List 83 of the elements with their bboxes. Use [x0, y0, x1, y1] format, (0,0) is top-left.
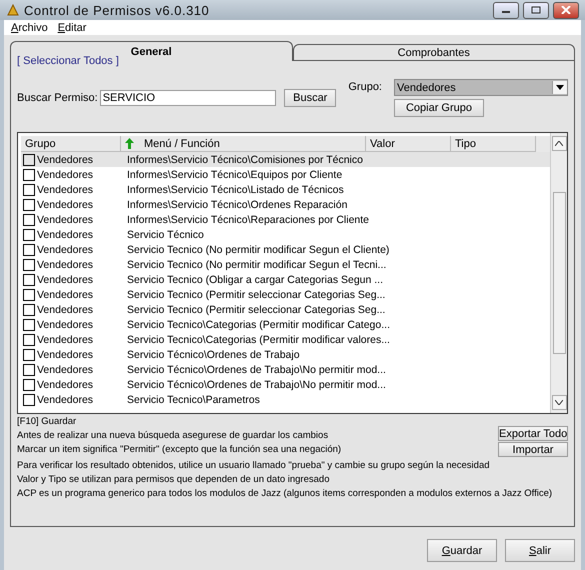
table-cell-text: Servicio Tecnico (Permitir seleccionar Categorias Seg...	[126, 304, 386, 316]
checkbox[interactable]	[23, 318, 35, 330]
minimize-button[interactable]	[493, 2, 519, 18]
table-cell-text: Servicio Técnico\Ordenes de Trabajo\No permitir mod...	[126, 378, 386, 390]
sort-arrow-icon	[125, 138, 134, 149]
table-cell: Vendedores	[37, 154, 94, 166]
search-field[interactable]: SERVICIO	[100, 90, 276, 106]
copy-group-button[interactable]: Copiar Grupo	[394, 99, 484, 117]
table-cell-text: Servicio Técnico\Ordenes de Trabajo	[126, 348, 300, 360]
table-cell: Vendedores	[37, 318, 94, 330]
table-cell: Vendedores	[37, 288, 94, 300]
table-cell: Vendedores	[37, 334, 94, 346]
help-note: Para verificar los resultado obtenidos, utilice un usuario llamado "prueba" y cambie su grupo según la necesidad	[17, 460, 490, 471]
table-cell-text: Servicio Técnico	[126, 228, 204, 240]
table-cell-text: Servicio Tecnico\Parametros	[126, 394, 260, 406]
group-label: Grupo:	[348, 81, 382, 93]
maximize-icon	[531, 6, 541, 14]
checkbox[interactable]	[23, 378, 35, 390]
table-cell: Vendedores	[37, 184, 94, 196]
help-note: ACP es un programa generico para todos los modulos de Jazz (algunos items corresponden a modulos externos a Jazz Office)	[17, 488, 552, 499]
table-cell: Vendedores	[37, 274, 94, 286]
group-dropdown[interactable]: Vendedores	[394, 79, 568, 96]
close-icon	[561, 6, 571, 14]
table-cell-text: Servicio Tecnico\Categorias (Permitir modificar valores...	[126, 334, 390, 346]
checkbox[interactable]	[23, 334, 35, 346]
checkbox[interactable]	[23, 394, 35, 406]
checkbox[interactable]	[23, 364, 35, 376]
maximize-button[interactable]	[523, 2, 549, 18]
table-cell-text: Servicio Tecnico (Obligar a cargar Categorias Segun ...	[126, 274, 384, 286]
footer-button[interactable]: Guardar	[427, 539, 497, 562]
table-cell: Vendedores	[37, 348, 94, 360]
table-cell: Vendedores	[37, 394, 94, 406]
table-cell: Vendedores	[37, 364, 94, 376]
table-cell-text: Informes\Servicio Técnico\Equipos por Cliente	[126, 168, 342, 180]
table-cell: Vendedores	[37, 168, 94, 180]
table-cell-text: Servicio Tecnico\Categorias (Permitir modificar Catego...	[126, 318, 390, 330]
help-note: Marcar un item significa "Permitir" (excepto que la función sea una negación)	[17, 444, 342, 455]
checkbox[interactable]	[23, 348, 35, 360]
scroll-up-icon	[555, 141, 563, 146]
checkbox[interactable]	[23, 214, 35, 226]
window-title: Control de Permisos v6.0.310	[24, 2, 210, 18]
table-cell: Vendedores	[37, 258, 94, 270]
checkbox[interactable]	[23, 198, 35, 210]
search-button[interactable]: Buscar	[284, 89, 336, 107]
checkbox[interactable]	[23, 244, 35, 256]
shortcut-note: [F10] Guardar	[17, 416, 76, 427]
side-button[interactable]: Exportar Todo	[498, 426, 568, 441]
table-cell-text: Servicio Tecnico (No permitir modificar Segun el Tecni...	[126, 258, 386, 270]
table-cell: Vendedores	[37, 244, 94, 256]
help-note: Antes de realizar una nueva búsqueda asegurese de guardar los cambios	[17, 430, 328, 441]
table-cell-text: Informes\Servicio Técnico\Ordenes Reparación	[126, 198, 348, 210]
tab[interactable]: Comprobantes	[292, 44, 575, 61]
side-button[interactable]: Importar	[498, 442, 568, 457]
checkbox[interactable]	[23, 154, 35, 166]
table-cell: Vendedores	[37, 228, 94, 240]
app-logo-icon	[6, 3, 20, 17]
dropdown-arrow-icon	[556, 85, 564, 90]
table-cell: Vendedores	[37, 304, 94, 316]
table-cell-text: Servicio Técnico\Ordenes de Trabajo\No permitir mod...	[126, 364, 386, 376]
table-cell: Vendedores	[37, 198, 94, 210]
checkbox[interactable]	[23, 274, 35, 286]
menu-item[interactable]: Editar	[58, 22, 86, 34]
checkbox[interactable]	[23, 184, 35, 196]
menu-item[interactable]: Archivo	[11, 22, 48, 34]
table-cell-text: Servicio Tecnico (Permitir seleccionar Categorias Seg...	[126, 288, 386, 300]
table-cell: Vendedores	[37, 378, 94, 390]
checkbox[interactable]	[23, 258, 35, 270]
table-cell: Vendedores	[37, 214, 94, 226]
checkbox[interactable]	[23, 228, 35, 240]
help-note: Valor y Tipo se utilizan para permisos que dependen de un dato ingresado	[17, 474, 330, 485]
table-cell-text: Informes\Servicio Técnico\Comisiones por Técnico	[126, 154, 363, 166]
table-cell-text: Informes\Servicio Técnico\Listado de Técnicos	[126, 184, 344, 196]
checkbox[interactable]	[23, 168, 35, 180]
table-row[interactable]: Vendedores Informes\Servicio Técnico\Comisiones por Técnico	[21, 152, 550, 167]
table-cell-text: Informes\Servicio Técnico\Reparaciones por Cliente	[126, 214, 370, 226]
scrollbar[interactable]	[550, 133, 567, 413]
footer-button[interactable]: Salir	[505, 539, 575, 562]
close-button[interactable]	[553, 2, 579, 18]
search-label: Buscar Permiso:	[17, 92, 98, 104]
checkbox[interactable]	[23, 304, 35, 316]
scroll-down-icon	[555, 400, 563, 405]
checkbox[interactable]	[23, 288, 35, 300]
table-cell-text: Servicio Tecnico (No permitir modificar Segun el Cliente)	[126, 244, 390, 256]
